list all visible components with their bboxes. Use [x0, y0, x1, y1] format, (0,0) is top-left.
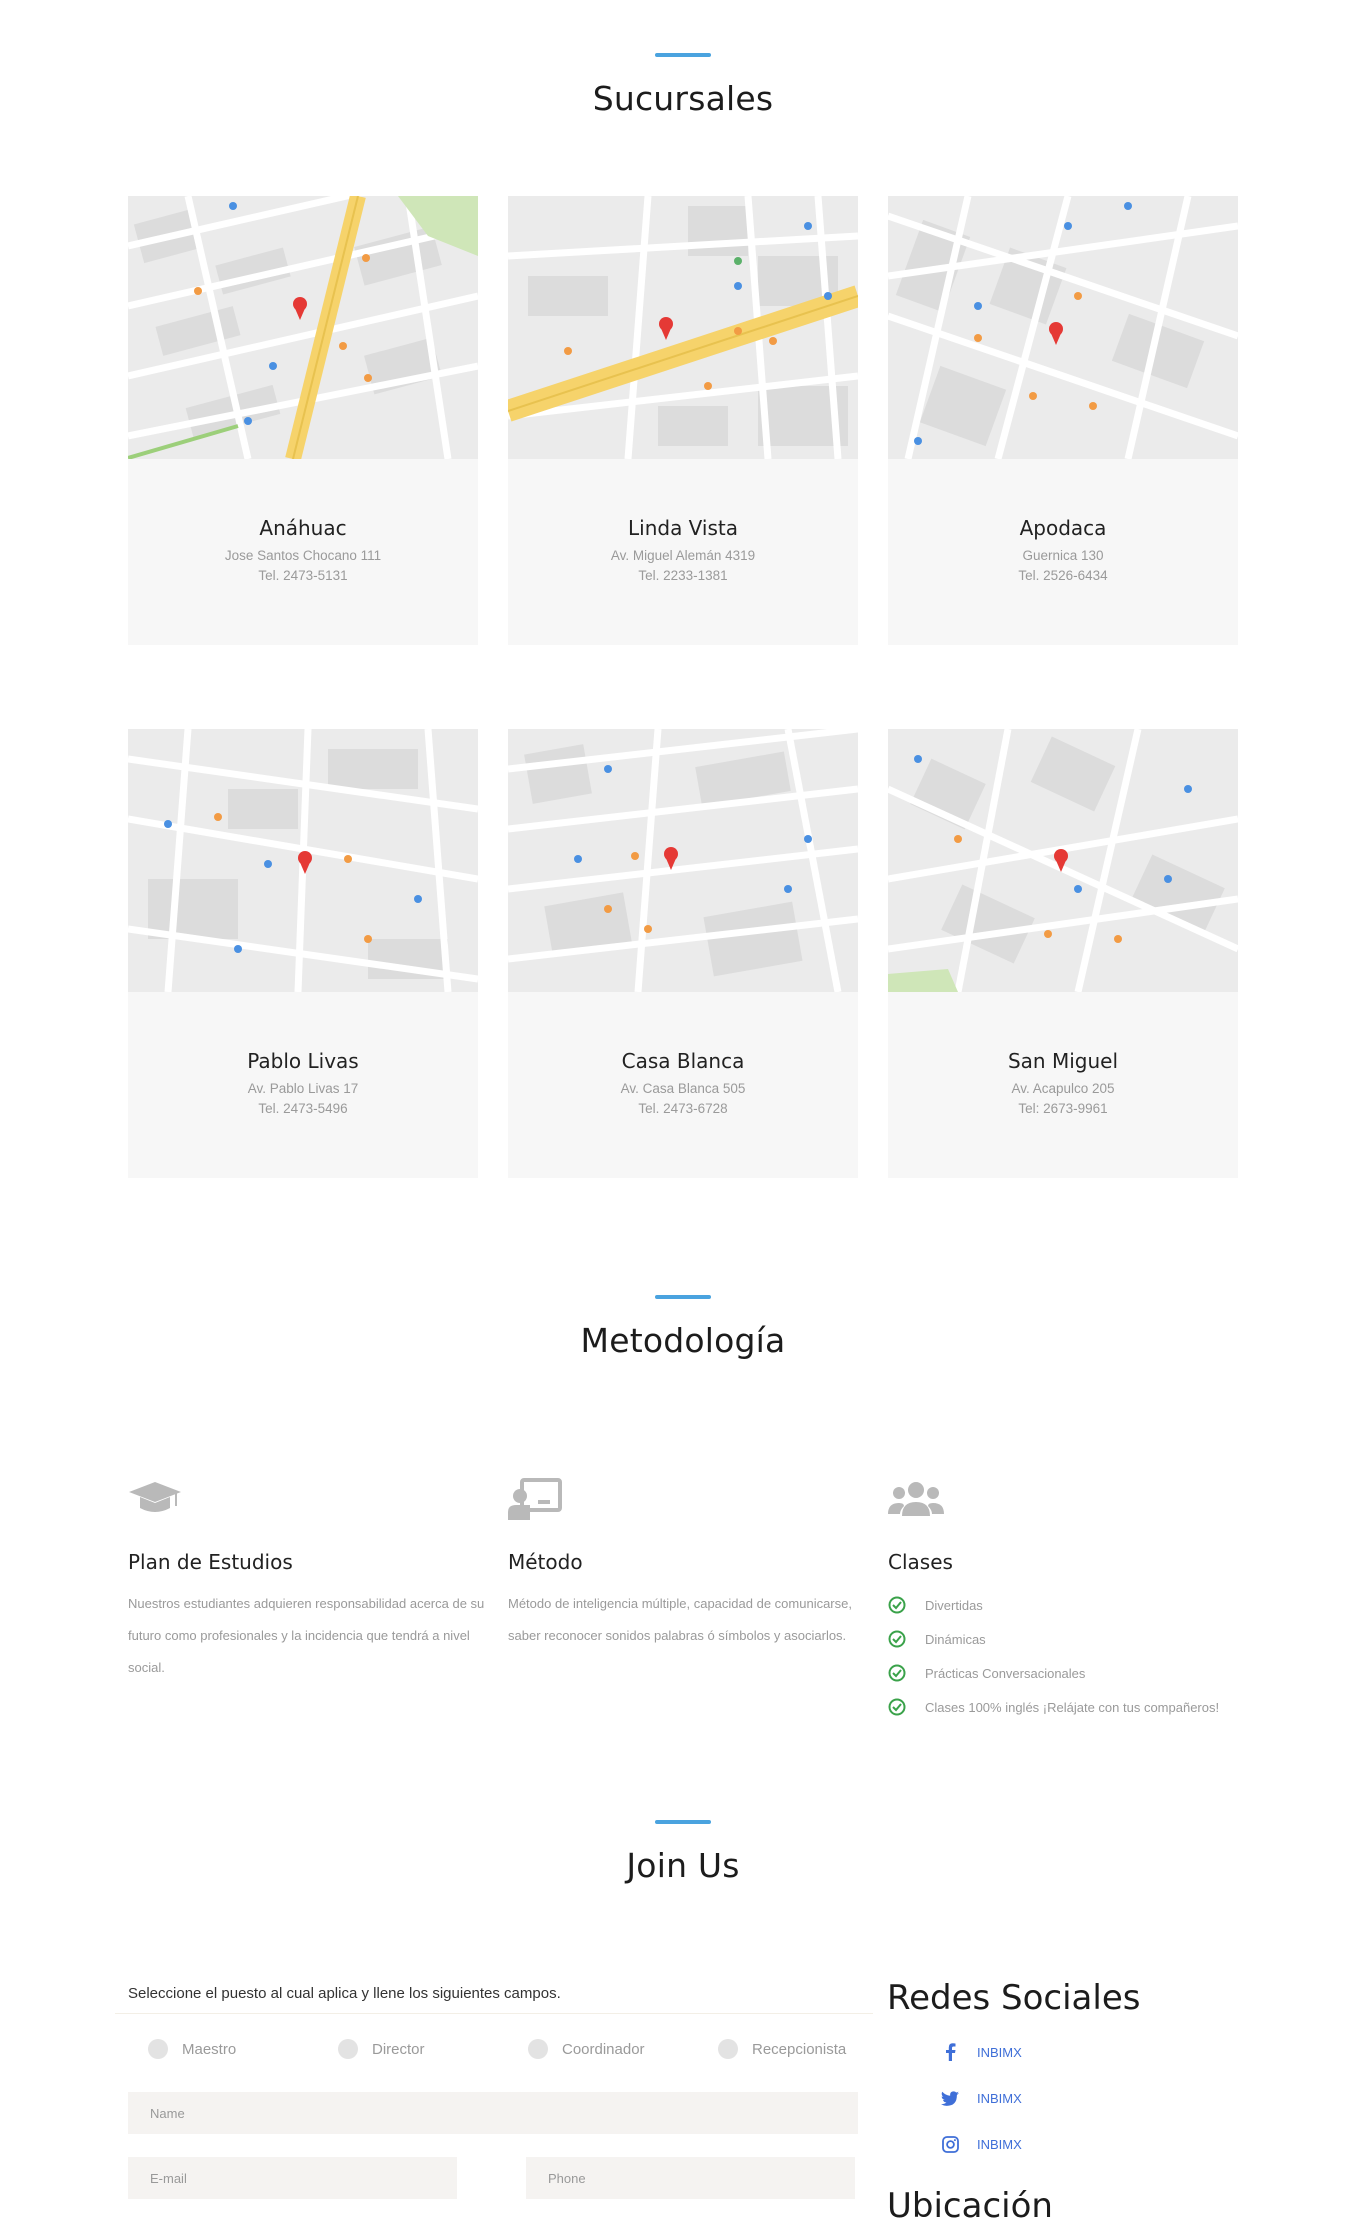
branch-phone: Tel: 2673-9961: [1018, 1101, 1108, 1116]
divider: [115, 2013, 873, 2014]
metodologia-header: Metodología: [0, 1295, 1366, 1360]
radio-circle[interactable]: [148, 2039, 168, 2059]
branch-name: Apodaca: [1019, 516, 1107, 540]
branch-card: Linda Vista Av. Miguel Alemán 4319 Tel. …: [508, 196, 858, 645]
branch-address: Av. Casa Blanca 505: [620, 1081, 746, 1096]
checklist-text: Prácticas Conversacionales: [925, 1665, 1086, 1681]
instagram-label: INBIMX: [977, 2136, 1022, 2152]
radio-circle[interactable]: [718, 2039, 738, 2059]
join-header: Join Us: [0, 1820, 1366, 1885]
list-item: Prácticas Conversacionales: [888, 1656, 1248, 1690]
radio-circle[interactable]: [528, 2039, 548, 2059]
branch-name: San Miguel: [1007, 1049, 1119, 1073]
twitter-label: INBIMX: [977, 2090, 1022, 2106]
instagram-icon: [940, 2134, 960, 2154]
branch-card: Apodaca Guernica 130 Tel. 2526-6434: [888, 196, 1238, 645]
radio-recepcionista[interactable]: Recepcionista: [718, 2039, 846, 2059]
branch-phone: Tel. 2473-6728: [638, 1101, 728, 1116]
email-field[interactable]: E-mail: [128, 2157, 457, 2199]
branch-address: Av. Acapulco 205: [1011, 1081, 1115, 1096]
list-item: Dinámicas: [888, 1622, 1248, 1656]
checklist-text: Dinámicas: [925, 1631, 986, 1647]
branch-card: Anáhuac Jose Santos Chocano 111 Tel. 247…: [128, 196, 478, 645]
branch-map[interactable]: [888, 196, 1238, 459]
facebook-label: INBIMX: [977, 2044, 1022, 2060]
method-text: Nuestros estudiantes adquieren responsab…: [128, 1596, 485, 1675]
branch-phone: Tel. 2233-1381: [638, 568, 728, 583]
branch-name: Pablo Livas: [247, 1049, 359, 1073]
branch-phone: Tel. 2473-5496: [258, 1101, 348, 1116]
radio-label: Maestro: [182, 2040, 237, 2058]
branch-map[interactable]: [508, 729, 858, 992]
branch-address: Av. Miguel Alemán 4319: [610, 548, 756, 563]
radio-maestro[interactable]: Maestro: [148, 2039, 236, 2059]
check-circle-icon: [888, 1698, 906, 1716]
join-intro-text: Seleccione el puesto al cual aplica y ll…: [128, 1985, 561, 2002]
method-title: Método: [508, 1550, 583, 1574]
title-accent-bar: [655, 1820, 711, 1824]
branch-address: Jose Santos Chocano 111: [224, 548, 382, 563]
radio-director[interactable]: Director: [338, 2039, 425, 2059]
list-item: Divertidas: [888, 1588, 1248, 1622]
chalkboard-teacher-icon: [508, 1478, 868, 1528]
social-title: Redes Sociales: [887, 1978, 1141, 2018]
method-title: Clases: [888, 1550, 953, 1574]
branch-name: Anáhuac: [259, 516, 347, 540]
metodologia-title: Metodología: [580, 1321, 786, 1360]
join-title: Join Us: [626, 1846, 740, 1885]
branch-map[interactable]: [508, 196, 858, 459]
instagram-link[interactable]: INBIMX: [940, 2134, 1022, 2154]
radio-coordinador[interactable]: Coordinador: [528, 2039, 645, 2059]
sucursales-header: Sucursales: [0, 53, 1366, 118]
name-placeholder: Name: [150, 2105, 185, 2121]
check-circle-icon: [888, 1630, 906, 1648]
branch-name: Linda Vista: [628, 516, 738, 540]
method-title: Plan de Estudios: [128, 1550, 293, 1574]
facebook-link[interactable]: INBIMX: [940, 2042, 1022, 2062]
email-placeholder: E-mail: [150, 2170, 187, 2186]
users-icon: [888, 1478, 1248, 1528]
checklist-text: Clases 100% inglés ¡Relájate con tus com…: [925, 1699, 1220, 1715]
graduation-cap-icon: [128, 1478, 488, 1528]
radio-circle[interactable]: [338, 2039, 358, 2059]
phone-placeholder: Phone: [548, 2170, 586, 2186]
checklist-text: Divertidas: [925, 1597, 983, 1613]
branch-phone: Tel. 2526-6434: [1018, 568, 1108, 583]
title-accent-bar: [655, 1295, 711, 1299]
method-clases: Clases Divertidas Dinámicas Prácticas Co…: [888, 1478, 1248, 1724]
branch-address: Av. Pablo Livas 17: [247, 1081, 359, 1096]
facebook-icon: [940, 2042, 960, 2062]
method-text: Método de inteligencia múltiple, capacid…: [508, 1596, 852, 1643]
branch-card: Casa Blanca Av. Casa Blanca 505 Tel. 247…: [508, 729, 858, 1178]
list-item: Clases 100% inglés ¡Relájate con tus com…: [888, 1690, 1248, 1724]
radio-label: Recepcionista: [752, 2040, 847, 2058]
method-plan: Plan de Estudios Nuestros estudiantes ad…: [128, 1478, 488, 1684]
title-accent-bar: [655, 53, 711, 57]
method-metodo: Método Método de inteligencia múltiple, …: [508, 1478, 868, 1652]
clases-checklist: Divertidas Dinámicas Prácticas Conversac…: [888, 1588, 1248, 1724]
branch-name: Casa Blanca: [621, 1049, 745, 1073]
branch-address: Guernica 130: [1022, 548, 1104, 563]
check-circle-icon: [888, 1664, 906, 1682]
ubicacion-title: Ubicación: [887, 2186, 1053, 2221]
branch-map[interactable]: [128, 729, 478, 992]
name-field[interactable]: Name: [128, 2092, 858, 2134]
sucursales-title: Sucursales: [592, 79, 774, 118]
branch-phone: Tel. 2473-5131: [258, 568, 348, 583]
phone-field[interactable]: Phone: [526, 2157, 855, 2199]
branch-card: Pablo Livas Av. Pablo Livas 17 Tel. 2473…: [128, 729, 478, 1178]
radio-label: Coordinador: [562, 2040, 645, 2058]
radio-label: Director: [372, 2040, 425, 2058]
branch-map[interactable]: [888, 729, 1238, 992]
branch-card: San Miguel Av. Acapulco 205 Tel: 2673-99…: [888, 729, 1238, 1178]
check-circle-icon: [888, 1596, 906, 1614]
twitter-link[interactable]: INBIMX: [940, 2088, 1022, 2108]
twitter-icon: [940, 2088, 960, 2108]
branch-map[interactable]: [128, 196, 478, 459]
